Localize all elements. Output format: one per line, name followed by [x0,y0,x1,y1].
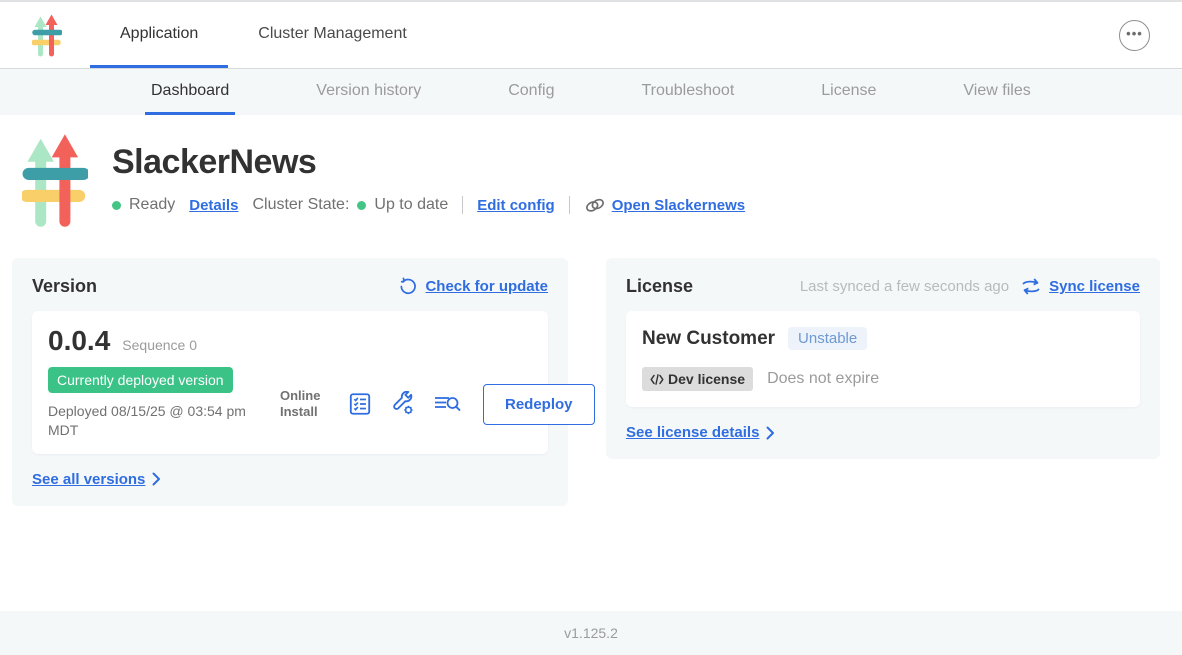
dashboard-cards: Version Check for update 0.0.4 Sequence … [12,258,1160,506]
slackernews-logo-icon [32,14,62,57]
app-header: SlackerNews Ready Details Cluster State:… [12,133,1160,228]
sync-icon [1021,278,1041,295]
top-bar: Application Cluster Management ••• [0,0,1182,69]
license-expiry: Does not expire [767,370,879,388]
wrench-gear-icon [390,391,416,417]
subnav-config[interactable]: Config [502,69,560,115]
app-ready-label: Ready [129,196,175,214]
see-all-versions-link[interactable]: See all versions [32,471,145,488]
app-ready-dot [112,201,121,210]
version-card-title: Version [32,276,97,297]
page-title: SlackerNews [112,143,745,182]
tab-cluster-management[interactable]: Cluster Management [228,2,437,68]
edit-config-button[interactable] [390,391,416,417]
tab-application[interactable]: Application [90,2,228,68]
preflight-checks-button[interactable] [347,391,373,417]
check-for-update-link[interactable]: Check for update [425,278,548,295]
cluster-state-label: Cluster State: [252,196,349,214]
chevron-right-icon [766,426,775,440]
refresh-icon[interactable] [398,277,417,296]
brand-logo [32,2,62,68]
dashboard-main: SlackerNews Ready Details Cluster State:… [0,115,1182,611]
deployed-badge: Currently deployed version [48,367,233,393]
code-icon [650,374,664,385]
app-logo-icon [22,133,88,228]
subnav-troubleshoot[interactable]: Troubleshoot [635,69,740,115]
divider [569,196,570,214]
ellipsis-icon: ••• [1126,26,1143,41]
link-icon [584,198,606,213]
customer-name: New Customer [642,328,775,350]
cluster-state-dot [357,201,366,210]
app-status-row: Ready Details Cluster State: Up to date … [112,196,745,214]
license-card-title: License [626,276,693,297]
license-card: License Last synced a few seconds ago Sy… [606,258,1160,459]
version-number: 0.0.4 [48,325,110,357]
subnav-version-history[interactable]: Version history [310,69,427,115]
license-details-panel: New Customer Unstable Dev license Does n… [626,311,1140,407]
last-synced-text: Last synced a few seconds ago [800,278,1009,295]
channel-badge: Unstable [788,327,867,350]
top-tabs: Application Cluster Management [90,2,437,68]
view-diff-button[interactable] [433,392,461,416]
install-type-label: Online Install [280,388,330,421]
subnav-view-files[interactable]: View files [957,69,1036,115]
open-app-link[interactable]: Open Slackernews [612,197,745,214]
details-link[interactable]: Details [189,197,238,214]
console-footer: v1.125.2 [0,611,1182,655]
redeploy-button[interactable]: Redeploy [483,384,595,425]
chevron-right-icon [152,472,161,486]
subnav-license[interactable]: License [815,69,882,115]
app-subnav: Dashboard Version history Config Trouble… [0,69,1182,115]
version-sequence: Sequence 0 [122,337,197,353]
current-version-panel: 0.0.4 Sequence 0 Currently deployed vers… [32,311,548,454]
cluster-state-value: Up to date [374,196,448,214]
deployed-timestamp: Deployed 08/15/25 @ 03:54 pm MDT [48,402,263,440]
more-options-button[interactable]: ••• [1119,20,1150,51]
file-search-icon [433,392,461,416]
version-card: Version Check for update 0.0.4 Sequence … [12,258,568,506]
license-type-label: Dev license [668,371,745,387]
subnav-dashboard[interactable]: Dashboard [145,69,235,115]
console-version: v1.125.2 [564,625,618,641]
edit-config-link[interactable]: Edit config [477,197,555,214]
see-license-details-link[interactable]: See license details [626,424,759,441]
sync-license-link[interactable]: Sync license [1049,278,1140,295]
divider [462,196,463,214]
license-type-badge: Dev license [642,367,753,391]
preflight-checklist-icon [347,391,373,417]
